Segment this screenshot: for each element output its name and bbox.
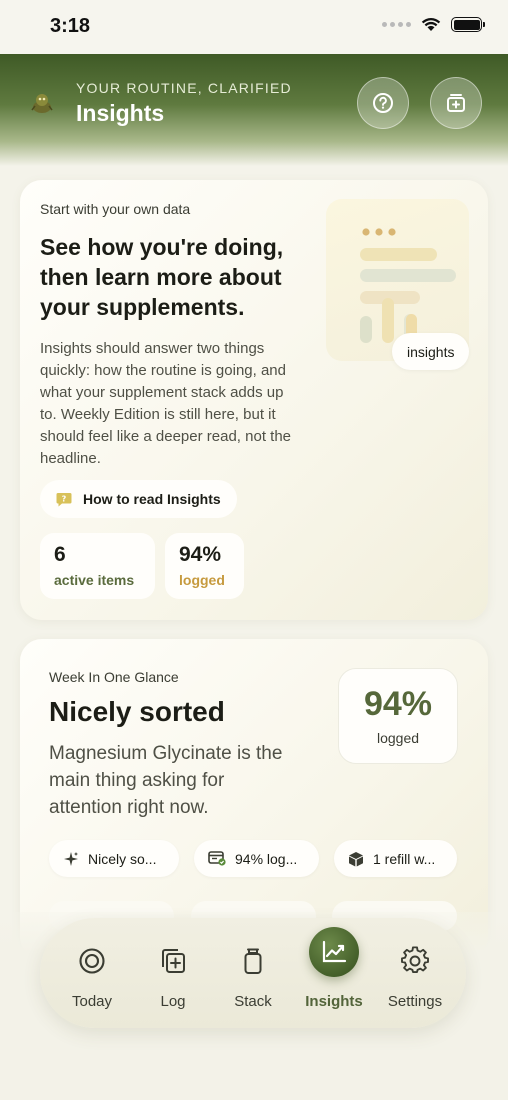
question-circle-icon (373, 93, 393, 113)
active-items-stat: 6 active items (40, 533, 155, 599)
status-time: 3:18 (50, 15, 91, 37)
app-header: YOUR ROUTINE, CLARIFIED Insights (0, 54, 508, 166)
chip-label: Nicely so... (88, 850, 157, 867)
hero-eyebrow: Start with your own data (40, 201, 191, 217)
logged-chip[interactable]: 94% log... (194, 840, 319, 877)
add-supplement-button[interactable] (430, 77, 482, 129)
add-box-icon (447, 94, 465, 112)
how-to-read-button[interactable]: ? How to read Insights (40, 480, 237, 518)
status-chip[interactable]: Nicely so... (49, 840, 179, 877)
tab-label: Log (160, 993, 186, 1010)
tab-label: Insights (305, 993, 363, 1010)
logged-percent-label: logged (376, 730, 420, 746)
refill-chip[interactable]: 1 refill w... (334, 840, 457, 877)
week-eyebrow: Week In One Glance (49, 669, 179, 685)
tab-label: Settings (387, 993, 443, 1010)
tab-log[interactable]: Log (133, 918, 213, 1028)
header-eyebrow: YOUR ROUTINE, CLARIFIED (76, 80, 292, 96)
jar-icon (244, 948, 262, 974)
tab-label: Stack (234, 993, 272, 1010)
tab-insights[interactable]: Insights (294, 918, 374, 1028)
stat-label: logged (179, 572, 225, 588)
tab-today[interactable]: Today (52, 918, 132, 1028)
sparkle-icon (64, 851, 78, 866)
battery-icon (451, 17, 485, 32)
wifi-icon (421, 17, 441, 31)
tab-settings[interactable]: Settings (375, 918, 455, 1028)
week-body: Magnesium Glycinate is the main thing as… (49, 743, 283, 818)
package-icon (349, 851, 363, 866)
chip-label: 1 refill w... (373, 850, 436, 867)
start-with-data-card: Start with your own data See how you're … (20, 180, 488, 620)
target-icon (79, 948, 105, 974)
calendar-check-icon (208, 851, 226, 866)
help-button[interactable] (357, 77, 409, 129)
stat-value: 94% (179, 543, 222, 566)
status-bar: 3:18 (0, 0, 508, 54)
tab-bar: Today Log Stack Insights Settings (40, 918, 466, 1028)
hero-body: Insights should answer two things quickl… (40, 340, 292, 467)
logged-stat: 94% logged (165, 533, 244, 599)
chip-label: 94% log... (235, 850, 298, 867)
hero-heading: See how you're doing, then learn more ab… (40, 234, 284, 320)
status-icons (382, 17, 485, 32)
how-to-read-label: How to read Insights (83, 491, 221, 507)
logged-percent-value: 94% (363, 685, 433, 723)
insights-badge: insights (392, 333, 470, 370)
logged-percent-box: 94% logged (338, 668, 458, 764)
tab-label: Today (71, 993, 113, 1010)
stat-value: 6 (54, 543, 66, 566)
tab-stack[interactable]: Stack (213, 918, 293, 1028)
week-glance-card[interactable]: Week In One Glance Nicely sorted Magnesi… (20, 639, 488, 959)
message-help-icon: ? (56, 492, 72, 506)
cellular-signal-icon (382, 22, 411, 27)
trend-chart-icon (322, 940, 347, 963)
active-tab-indicator (309, 927, 359, 977)
page-title: Insights (76, 100, 165, 126)
week-title: Nicely sorted (49, 696, 225, 727)
add-layers-icon (162, 949, 185, 973)
gear-icon (401, 946, 429, 973)
stat-label: active items (54, 572, 135, 588)
svg-text:?: ? (62, 494, 67, 503)
mascot-logo-icon (31, 94, 53, 113)
